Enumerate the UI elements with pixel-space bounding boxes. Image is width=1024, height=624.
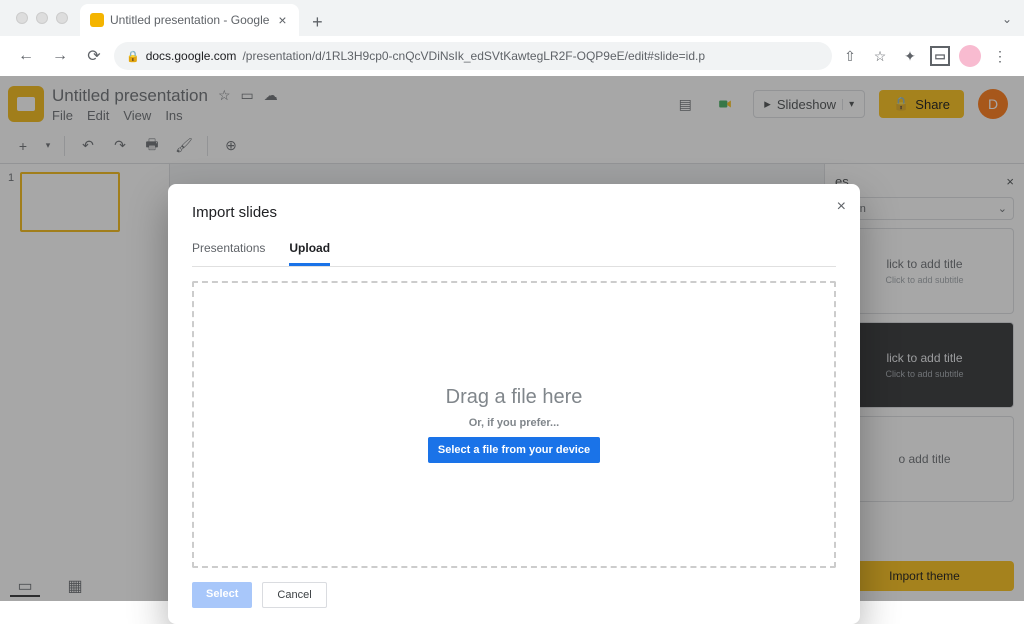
window-controls bbox=[16, 12, 68, 24]
extension-b-icon[interactable]: ▭ bbox=[928, 44, 952, 68]
url-field[interactable]: 🔒 docs.google.com/presentation/d/1RL3H9c… bbox=[114, 42, 832, 70]
url-host: docs.google.com bbox=[146, 49, 237, 63]
address-bar: ← → ⟳ 🔒 docs.google.com/presentation/d/1… bbox=[0, 36, 1024, 76]
bookmark-icon[interactable]: ☆ bbox=[868, 44, 892, 68]
tab-close-icon[interactable]: × bbox=[275, 13, 289, 27]
extensions-icon[interactable]: ✦ bbox=[898, 44, 922, 68]
select-file-button[interactable]: Select a file from your device bbox=[428, 437, 600, 463]
url-path: /presentation/d/1RL3H9cp0-cnQcVDiNsIk_ed… bbox=[242, 49, 705, 63]
dialog-tabs: Presentations Upload bbox=[192, 241, 836, 267]
import-slides-dialog: × Import slides Presentations Upload Dra… bbox=[168, 184, 860, 624]
browser-chrome: Untitled presentation - Google × + ⌄ ← →… bbox=[0, 0, 1024, 76]
file-dropzone[interactable]: Drag a file here Or, if you prefer... Se… bbox=[192, 281, 836, 568]
close-window-icon[interactable] bbox=[16, 12, 28, 24]
tab-title: Untitled presentation - Google bbox=[110, 13, 269, 27]
minimize-window-icon[interactable] bbox=[36, 12, 48, 24]
new-tab-button[interactable]: + bbox=[303, 8, 331, 36]
browser-menu-icon[interactable]: ⋮ bbox=[988, 44, 1012, 68]
close-dialog-button[interactable]: × bbox=[837, 198, 846, 216]
maximize-window-icon[interactable] bbox=[56, 12, 68, 24]
dialog-footer: Select Cancel bbox=[192, 582, 836, 608]
share-url-icon[interactable]: ⇧ bbox=[838, 44, 862, 68]
dropzone-title: Drag a file here bbox=[446, 386, 583, 409]
profile-avatar[interactable] bbox=[958, 44, 982, 68]
select-button[interactable]: Select bbox=[192, 582, 252, 608]
browser-tab[interactable]: Untitled presentation - Google × bbox=[80, 4, 299, 36]
forward-button[interactable]: → bbox=[46, 42, 74, 70]
dropzone-subtitle: Or, if you prefer... bbox=[469, 417, 559, 429]
tab-presentations[interactable]: Presentations bbox=[192, 241, 265, 266]
reload-button[interactable]: ⟳ bbox=[80, 42, 108, 70]
slides-favicon-icon bbox=[90, 13, 104, 27]
lock-icon: 🔒 bbox=[126, 50, 140, 63]
tab-strip: Untitled presentation - Google × + ⌄ bbox=[0, 0, 1024, 36]
dialog-title: Import slides bbox=[192, 204, 836, 221]
back-button[interactable]: ← bbox=[12, 42, 40, 70]
tab-upload[interactable]: Upload bbox=[289, 241, 330, 266]
slides-app: Untitled presentation ☆ ▭ ☁ File Edit Vi… bbox=[0, 76, 1024, 601]
tabs-overflow-icon[interactable]: ⌄ bbox=[1002, 12, 1012, 26]
cancel-button[interactable]: Cancel bbox=[262, 582, 326, 608]
